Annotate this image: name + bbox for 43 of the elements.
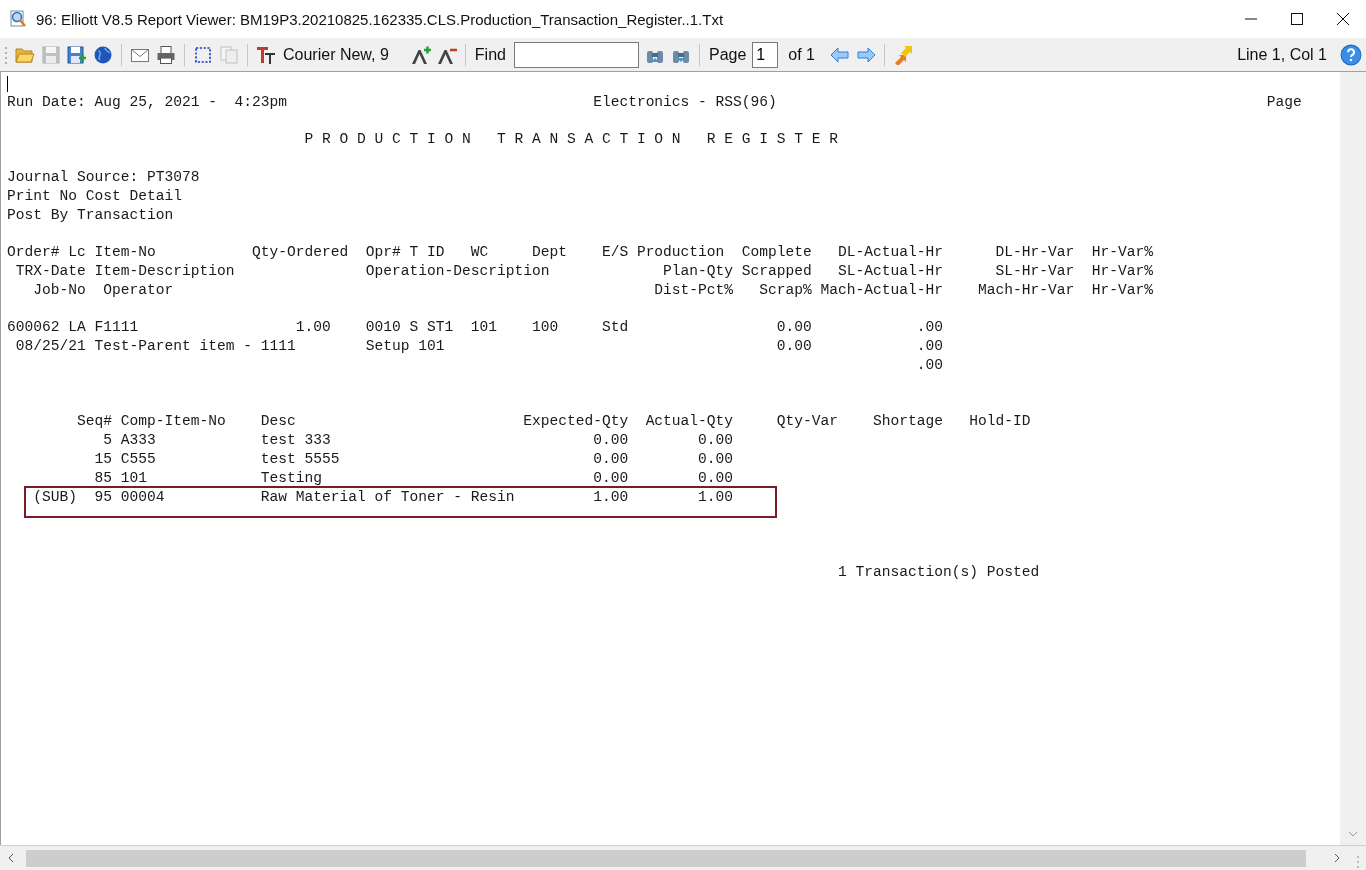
scroll-right-icon[interactable] bbox=[1332, 853, 1342, 863]
report-line: 1 Transaction(s) Posted bbox=[837, 562, 1040, 582]
vertical-scrollbar[interactable] bbox=[1340, 72, 1366, 845]
printer-icon[interactable] bbox=[156, 44, 176, 65]
maximize-icon[interactable] bbox=[1291, 13, 1303, 25]
report-line: 5 A333 test 333 0.00 0.00 bbox=[102, 431, 734, 450]
globe-icon[interactable] bbox=[93, 44, 113, 65]
page-total: of 1 bbox=[788, 45, 815, 64]
text-larger-icon[interactable] bbox=[410, 44, 431, 65]
font-name: Courier New, 9 bbox=[283, 45, 389, 64]
report-line: Print No Cost Detail bbox=[7, 186, 182, 206]
find-field[interactable] bbox=[513, 41, 639, 68]
report-line: 600062 LA F1111 1.00 0010 S ST1 101 100 Std 0.00 .00 bbox=[7, 318, 944, 338]
report-line: Job-No Operator Dist-Pct% Scrap% Mach-Actual-Hr Mach-Hr-Var Hr-Var% bbox=[32, 280, 1154, 300]
selection-icon[interactable] bbox=[193, 44, 213, 65]
export-icon[interactable] bbox=[893, 44, 913, 65]
report-line: TRX-Date Item-Description Operation-Description Plan-Qty Scrapped SL-Actual-Hr SL-Hr-Var Hr-Var% bbox=[14, 261, 1154, 281]
report-line: .00 bbox=[915, 355, 944, 375]
scroll-down-icon[interactable] bbox=[1348, 829, 1358, 839]
page-label: Page bbox=[708, 45, 747, 64]
magnifier-icon bbox=[8, 9, 28, 29]
report-line: 15 C555 test 5555 0.00 0.00 bbox=[93, 449, 734, 469]
page-number-field[interactable]: 1 bbox=[752, 41, 779, 68]
report-line: Run Date: Aug 25, 2021 - 4:23pm Electronics - RSS(96) Page bbox=[7, 92, 1302, 112]
find-label: Find bbox=[474, 45, 506, 64]
font-icon[interactable] bbox=[256, 44, 276, 65]
text-caret bbox=[7, 76, 8, 92]
grip-icon bbox=[4, 44, 8, 65]
floppy-plus-icon[interactable] bbox=[67, 44, 87, 65]
help-icon[interactable] bbox=[1340, 43, 1362, 66]
close-icon[interactable] bbox=[1337, 13, 1349, 25]
report-line: Journal Source: PT3078 bbox=[7, 168, 200, 187]
report-line: P R O D U C T I O N T R A N S A C T I O N R E G I S T E R bbox=[303, 130, 839, 150]
report-line: Post By Transaction bbox=[7, 205, 174, 225]
report-line: 85 101 Testing 0.00 0.00 bbox=[93, 468, 734, 488]
window-title: 96: Elliott V8.5 Report Viewer: BM19P3.20210825.162335.CLS.Production_Transaction_Register..1.Txt bbox=[36, 10, 724, 28]
report-line: Order# Lc Item-No Qty-Ordered Opr# T ID WC Dept E/S Production Complete DL-Actual-Hr DL-Hr-Var Hr-Var% bbox=[7, 243, 1154, 262]
cursor-position: Line 1, Col 1 bbox=[1237, 45, 1327, 64]
report-line: (SUB) 95 00004 Raw Material of Toner - Resin 1.00 1.00 bbox=[32, 487, 734, 507]
report-line: 08/25/21 Test-Parent item - 1111 Setup 101 0.00 .00 bbox=[14, 337, 944, 356]
report-line: Seq# Comp-Item-No Desc Expected-Qty Actual-Qty Qty-Var Shortage Hold-ID bbox=[76, 412, 1031, 432]
scrollbar-thumb[interactable] bbox=[26, 849, 1306, 867]
scroll-left-icon[interactable] bbox=[6, 853, 16, 863]
